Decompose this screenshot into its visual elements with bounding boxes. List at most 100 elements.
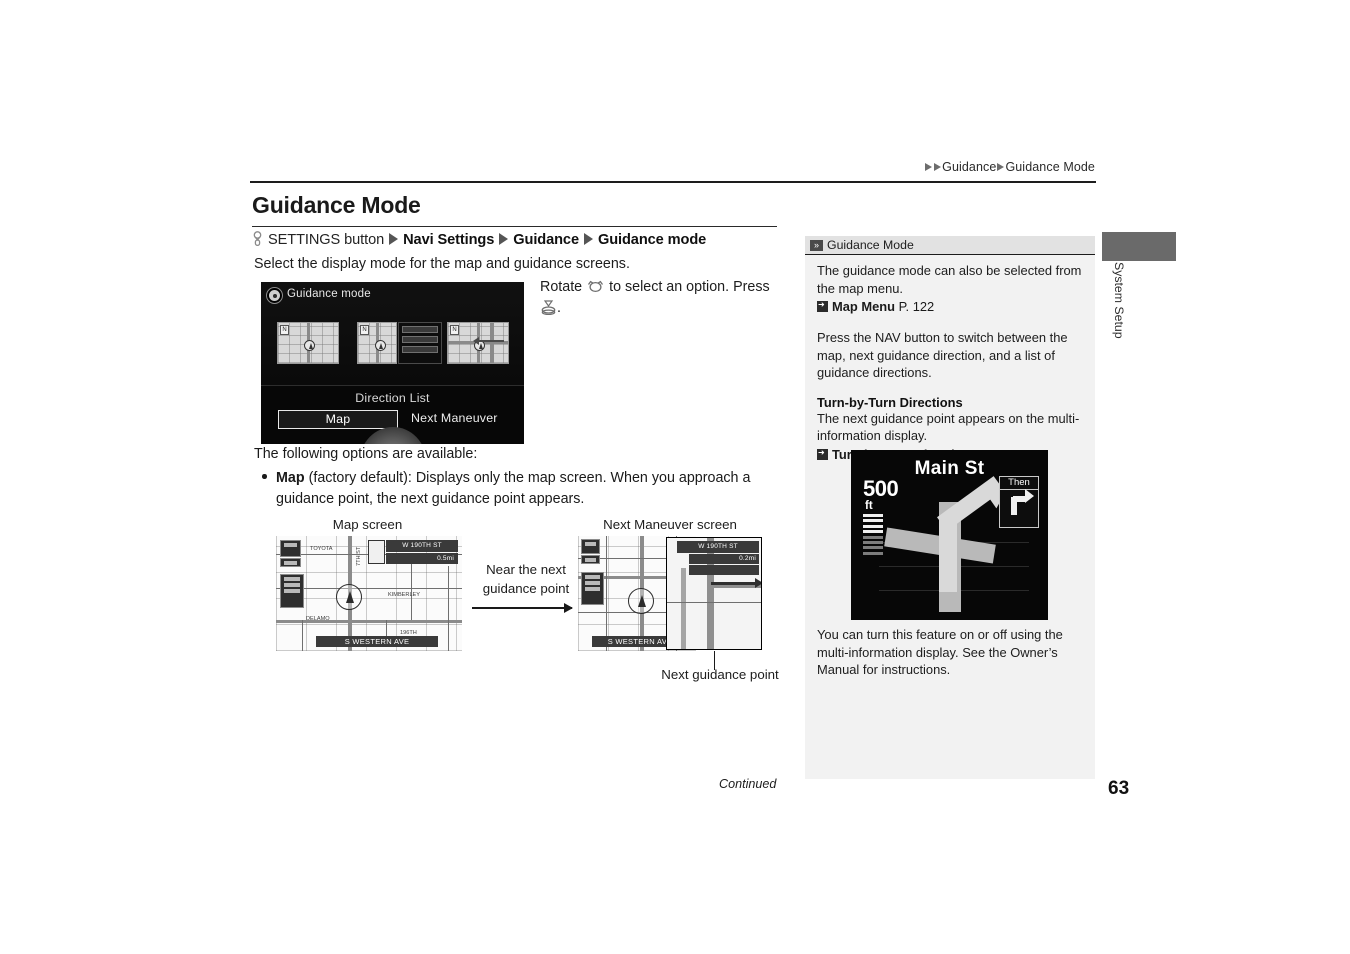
mid-street-name: Main St <box>914 458 985 479</box>
bullet-icon <box>262 474 267 479</box>
side-note-paragraph: The guidance mode can also be selected f… <box>817 263 1082 296</box>
path-step-navi-settings[interactable]: Navi Settings <box>403 232 494 248</box>
option-name: Map <box>276 470 305 486</box>
north-flag-icon: N <box>280 325 289 335</box>
map-street-bar: S WESTERN AVE <box>316 636 438 647</box>
intro-text: Select the display mode for the map and … <box>254 256 630 272</box>
guidance-mode-screen: Guidance mode N N N Direction List Map N… <box>261 282 524 444</box>
map-scale-box <box>280 558 301 567</box>
settings-button-icon <box>253 231 262 247</box>
panel-maneuver-arrow <box>711 582 757 585</box>
figure-label-next-maneuver-screen: Next Maneuver screen <box>603 517 737 532</box>
mid-distance-bar-graph <box>863 514 883 557</box>
list-item: Map (factory default): Displays only the… <box>254 468 754 509</box>
map-label: TOYOTA <box>310 546 333 552</box>
side-note-paragraph: The next guidance point appears on the m… <box>817 410 1080 444</box>
breadcrumb-item-guidance: Guidance <box>942 160 997 174</box>
map-road-v3 <box>302 620 304 651</box>
direction-list-row <box>402 336 438 343</box>
path-step-guidance-mode[interactable]: Guidance mode <box>598 232 706 248</box>
direction-list-row <box>402 326 438 333</box>
side-note-header-label: Guidance Mode <box>827 238 914 252</box>
side-note-header: » Guidance Mode <box>805 236 1095 255</box>
rotate-instruction-part1: Rotate <box>540 279 583 295</box>
press-knob-icon <box>541 300 556 315</box>
next-guidance-point-panel: W 190TH ST 0.2mi <box>666 537 762 650</box>
rotate-instruction-part2: to select an option. Press <box>609 279 770 295</box>
option-text: Map (factory default): Displays only the… <box>254 468 754 509</box>
map-road-v2 <box>606 536 608 651</box>
flow-arrow-icon <box>472 603 573 612</box>
gear-icon <box>269 290 280 301</box>
panel-road-vertical-2 <box>681 568 686 649</box>
direction-list-label[interactable]: Direction List <box>261 391 524 405</box>
path-arrow-icon <box>389 233 399 246</box>
north-flag-icon: N <box>450 325 459 335</box>
vehicle-position-icon <box>374 339 386 351</box>
breadcrumb-arrow-icon <box>925 162 933 171</box>
panel-guide-extra <box>689 565 759 575</box>
map-screen-figure: W 190TH ST 0.5mi S WESTERN AVE TOYOTA DE… <box>276 536 462 651</box>
breadcrumb-arrow-icon <box>934 162 942 171</box>
cross-reference[interactable]: Map Menu P. 122 <box>817 298 1085 316</box>
side-note-body: The guidance mode can also be selected f… <box>817 262 1085 464</box>
vehicle-position-icon <box>628 588 654 614</box>
section-tab-label: System Setup <box>1112 262 1126 339</box>
reference-page: P. 122 <box>898 299 935 314</box>
mid-distance-value: 500 <box>863 476 899 501</box>
map-label: KIMBERLEY <box>388 592 421 598</box>
screen-title: Guidance mode <box>287 288 371 300</box>
map-road-v5 <box>448 566 450 651</box>
then-maneuver-indicator: Then <box>999 476 1039 528</box>
map-road-h3 <box>276 620 462 623</box>
continued-label: Continued <box>719 777 777 791</box>
breadcrumb-arrow-icon <box>997 162 1005 171</box>
footer-band <box>805 770 1095 779</box>
thumbnail-direction-list-panel[interactable] <box>398 322 442 364</box>
figure-label-map-screen: Map screen <box>332 517 403 532</box>
page-number: 63 <box>1108 778 1130 799</box>
map-guide-street-bar: W 190TH ST <box>386 540 458 552</box>
side-note-closing-paragraph: You can turn this feature on or off usin… <box>817 627 1063 677</box>
command-path: SETTINGS button Navi Settings Guidance Guid… <box>252 231 812 248</box>
rotate-instruction: Rotate to select an option. Press . <box>540 277 785 319</box>
panel-guide-street: W 190TH ST <box>677 541 759 553</box>
map-option-button[interactable]: Map <box>278 410 398 429</box>
screen-lower-area: Direction List Map Next Maneuver <box>261 385 524 444</box>
thumbnail-next-maneuver[interactable]: N <box>447 322 509 364</box>
map-info-box <box>280 574 304 608</box>
page-title: Guidance Mode <box>252 192 421 218</box>
double-chevron-icon: » <box>810 240 823 251</box>
path-arrow-icon <box>499 233 509 246</box>
map-label: 7TH ST <box>356 546 362 566</box>
vehicle-position-icon <box>336 584 362 610</box>
panel-guide-distance: 0.2mi <box>689 554 759 564</box>
next-maneuver-label[interactable]: Next Maneuver <box>411 411 498 425</box>
interface-knob-graphic <box>359 427 426 444</box>
settings-button-label: SETTINGS button <box>268 232 385 248</box>
reference-title: Map Menu <box>832 299 896 314</box>
path-step-guidance[interactable]: Guidance <box>513 232 579 248</box>
map-compass-box <box>581 539 600 554</box>
right-turn-arrow-icon <box>1011 496 1025 515</box>
breadcrumb: Guidance Guidance Mode <box>250 160 1095 174</box>
map-label: 196TH <box>400 630 417 636</box>
maneuver-arrow-icon <box>473 336 504 346</box>
reference-arrow-icon <box>817 299 828 312</box>
callout-label: Next guidance point <box>661 667 779 682</box>
title-divider <box>252 226 777 228</box>
map-scale-box <box>581 555 600 564</box>
options-lead-text: The following options are available: <box>254 446 478 462</box>
reference-arrow-icon <box>817 447 828 460</box>
turn-arrow-icon <box>368 540 385 564</box>
panel-road-h2 <box>667 602 761 604</box>
right-turn-arrow-head <box>1025 489 1034 503</box>
map-info-box <box>581 572 604 605</box>
thumbnail-direction-list-map[interactable]: N <box>357 322 397 364</box>
thumbnail-map-mode[interactable]: N <box>277 322 339 364</box>
breadcrumb-item-guidance-mode: Guidance Mode <box>1005 160 1095 174</box>
side-note-paragraph: Press the NAV button to switch between t… <box>817 330 1068 380</box>
rotate-instruction-part3: . <box>557 300 561 316</box>
section-tab-block <box>1102 232 1176 261</box>
side-note-subheading: Turn-by-Turn Directions <box>817 394 963 410</box>
